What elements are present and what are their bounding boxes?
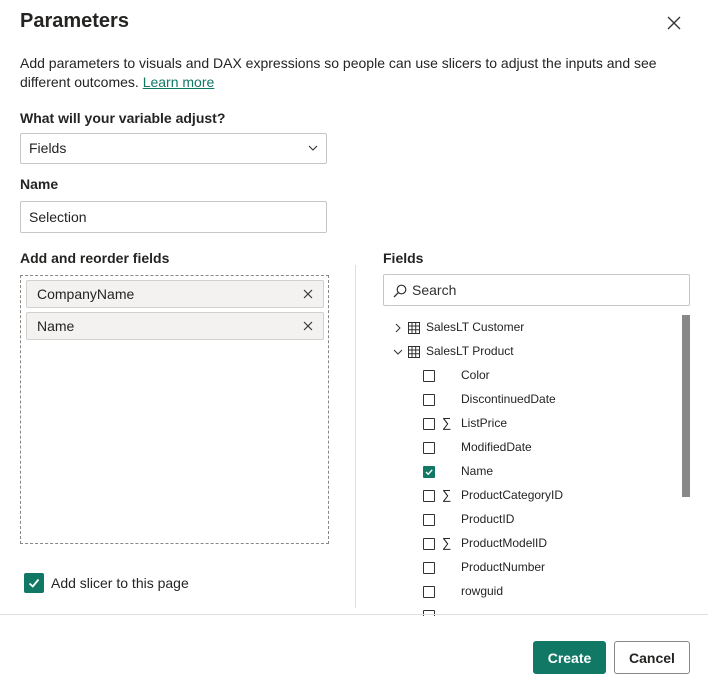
field-checkbox-checked[interactable] xyxy=(423,466,435,478)
field-checkbox[interactable] xyxy=(423,490,435,502)
fields-tree: SalesLT Customer SalesLT Product Color D… xyxy=(383,316,683,616)
field-name: ModifiedDate xyxy=(461,440,532,454)
table-name: SalesLT Customer xyxy=(426,320,525,334)
table-name: SalesLT Product xyxy=(426,344,514,358)
search-input[interactable]: Search xyxy=(383,274,690,306)
field-name: Color xyxy=(461,368,490,382)
search-placeholder: Search xyxy=(412,282,457,298)
name-input[interactable]: Selection xyxy=(20,201,327,233)
field-checkbox[interactable] xyxy=(423,610,435,616)
field-checkbox[interactable] xyxy=(423,538,435,550)
column-divider xyxy=(355,265,356,608)
field-checkbox[interactable] xyxy=(423,394,435,406)
field-chip-name[interactable]: Name xyxy=(26,312,324,340)
field-name: ProductModelID xyxy=(461,536,548,550)
reorder-dropzone[interactable]: CompanyName Name xyxy=(20,275,329,544)
chip-label: Name xyxy=(37,318,75,334)
name-label: Name xyxy=(20,176,59,192)
fields-label: Fields xyxy=(383,250,424,266)
variable-dropdown[interactable]: Fields xyxy=(20,133,327,164)
field-name: ProductCategoryID xyxy=(461,488,564,502)
field-row[interactable]: DiscontinuedDate xyxy=(383,388,673,412)
field-row[interactable]: Name xyxy=(383,460,673,484)
field-row[interactable]: ProductNumber xyxy=(383,556,673,580)
field-row[interactable]: ProductID xyxy=(383,508,673,532)
chevron-right-icon[interactable] xyxy=(393,323,403,333)
create-button[interactable]: Create xyxy=(533,641,606,674)
sigma-icon: ∑ xyxy=(442,535,452,550)
sigma-icon: ∑ xyxy=(442,487,452,502)
remove-icon[interactable] xyxy=(303,321,313,331)
field-row[interactable]: rowguid xyxy=(383,580,673,604)
field-name: ProductID xyxy=(461,512,515,526)
footer-divider xyxy=(0,614,708,615)
field-row[interactable]: ∑ ProductCategoryID xyxy=(383,484,673,508)
table-salesltcustomer[interactable]: SalesLT Customer xyxy=(383,316,673,340)
field-row[interactable]: ModifiedDate xyxy=(383,436,673,460)
field-row[interactable]: ∑ ProductModelID xyxy=(383,532,673,556)
field-name: ListPrice xyxy=(461,416,508,430)
search-icon xyxy=(393,284,407,298)
field-checkbox[interactable] xyxy=(423,442,435,454)
dialog-title: Parameters xyxy=(20,10,129,32)
close-icon[interactable] xyxy=(664,13,684,33)
field-checkbox[interactable] xyxy=(423,514,435,526)
field-checkbox[interactable] xyxy=(423,586,435,598)
field-checkbox[interactable] xyxy=(423,418,435,430)
description-text: Add parameters to visuals and DAX expres… xyxy=(20,55,657,90)
field-row[interactable]: ∑ ListPrice xyxy=(383,412,673,436)
field-name: Name xyxy=(461,464,494,478)
reorder-label: Add and reorder fields xyxy=(20,250,170,266)
variable-label: What will your variable adjust? xyxy=(20,110,226,126)
learn-more-link[interactable]: Learn more xyxy=(143,74,215,90)
field-name: DiscontinuedDate xyxy=(461,392,556,406)
add-slicer-label: Add slicer to this page xyxy=(51,575,189,591)
table-icon xyxy=(408,346,420,358)
field-name: ProductNumber xyxy=(461,560,546,574)
checkmark-icon[interactable] xyxy=(24,573,44,593)
fields-scrollbar[interactable] xyxy=(682,315,690,497)
remove-icon[interactable] xyxy=(303,289,313,299)
table-salesltproduct[interactable]: SalesLT Product xyxy=(383,340,673,364)
add-slicer-checkbox[interactable]: Add slicer to this page xyxy=(24,573,189,593)
field-checkbox[interactable] xyxy=(423,370,435,382)
field-name: rowguid xyxy=(461,584,504,598)
chevron-down-icon xyxy=(308,145,318,151)
chip-label: CompanyName xyxy=(37,286,135,302)
sigma-icon: ∑ xyxy=(442,415,452,430)
cancel-button[interactable]: Cancel xyxy=(614,641,690,674)
field-row[interactable]: Color xyxy=(383,364,673,388)
table-icon xyxy=(408,322,420,334)
chevron-down-icon[interactable] xyxy=(393,347,403,357)
dialog-description: Add parameters to visuals and DAX expres… xyxy=(20,54,670,92)
variable-dropdown-value: Fields xyxy=(29,140,67,156)
field-checkbox[interactable] xyxy=(423,562,435,574)
field-chip-companyname[interactable]: CompanyName xyxy=(26,280,324,308)
